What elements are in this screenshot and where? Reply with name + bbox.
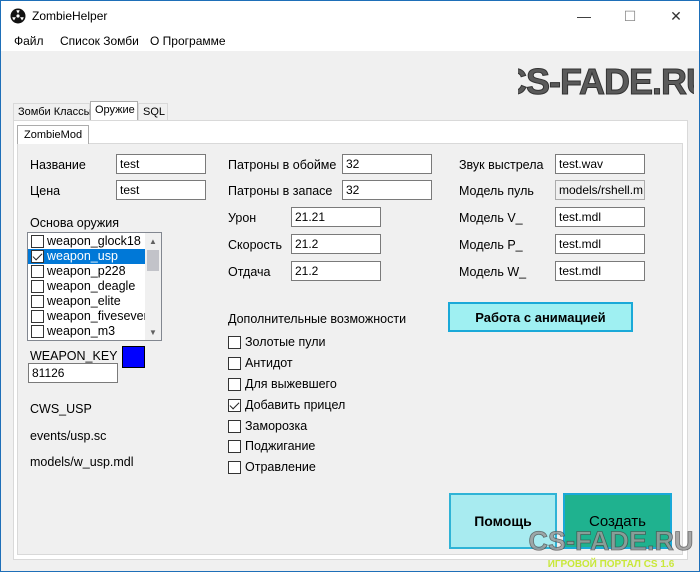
menu-file[interactable]: Файл xyxy=(14,34,44,48)
list-item[interactable]: weapon_glock18 xyxy=(28,234,146,249)
list-item-label: weapon_glock18 xyxy=(47,234,141,248)
list-item[interactable]: weapon_deagle xyxy=(28,279,146,294)
v-model-field[interactable]: test.mdl xyxy=(555,207,645,227)
scroll-up-icon[interactable]: ▲ xyxy=(145,233,161,249)
sound-field[interactable]: test.wav xyxy=(555,154,645,174)
clip-label: Патроны в обойме xyxy=(228,158,337,172)
damage-field[interactable]: 21.21 xyxy=(291,207,381,227)
weapon-base-label: Основа оружия xyxy=(30,216,120,230)
list-item[interactable]: weapon_elite xyxy=(28,294,146,309)
option-label: Добавить прицел xyxy=(245,398,346,412)
animation-button[interactable]: Работа с анимацией xyxy=(448,302,633,332)
list-item-label: weapon_fivesever xyxy=(47,309,148,323)
tab-weapons[interactable]: Оружие xyxy=(90,101,138,122)
clip-field[interactable]: 32 xyxy=(342,154,432,174)
checkbox[interactable] xyxy=(228,461,241,474)
minimize-icon: — xyxy=(577,8,591,24)
checkbox[interactable] xyxy=(228,420,241,433)
menu-about[interactable]: О Программе xyxy=(150,34,226,48)
checkbox[interactable] xyxy=(228,399,241,412)
checkbox[interactable] xyxy=(31,310,44,323)
list-item-label: weapon_usp xyxy=(47,249,118,263)
subtab-zombiemod[interactable]: ZombieMod xyxy=(17,125,90,144)
watermark-title: CS-FADE.RU xyxy=(528,526,693,556)
option-label: Золотые пули xyxy=(245,335,326,349)
shell-model-label: Модель пуль xyxy=(459,184,534,198)
maximize-icon: ☐ xyxy=(623,7,637,24)
option-label: Заморозка xyxy=(245,419,308,433)
price-field[interactable]: test xyxy=(116,180,206,200)
name-label: Название xyxy=(30,158,86,172)
info-model: models/w_usp.mdl xyxy=(30,455,134,469)
name-field[interactable]: test xyxy=(116,154,206,174)
recoil-field[interactable]: 21.2 xyxy=(291,261,381,281)
list-item[interactable]: weapon_usp xyxy=(28,249,146,264)
checkbox[interactable] xyxy=(31,235,44,248)
scroll-down-icon[interactable]: ▼ xyxy=(145,324,161,340)
checkbox[interactable] xyxy=(228,440,241,453)
checkbox[interactable] xyxy=(228,378,241,391)
radiation-icon xyxy=(10,8,26,24)
checkbox[interactable] xyxy=(31,325,44,338)
list-item[interactable]: weapon_p228 xyxy=(28,264,146,279)
option-label: Поджигание xyxy=(245,439,316,453)
close-icon: ✕ xyxy=(670,7,682,24)
info-events: events/usp.sc xyxy=(30,429,107,443)
watermark-subtitle: ИГРОВОЙ ПОРТАЛ CS 1.6 xyxy=(548,557,675,570)
weapon-base-list[interactable]: weapon_glock18 weapon_usp weapon_p228 we… xyxy=(27,232,162,341)
sound-label: Звук выстрела xyxy=(459,158,544,172)
list-scrollbar[interactable]: ▲ ▼ xyxy=(145,233,161,340)
speed-label: Скорость xyxy=(228,238,282,252)
list-item-label: weapon_deagle xyxy=(47,279,136,293)
minimize-button[interactable]: — xyxy=(561,1,607,31)
info-cws: CWS_USP xyxy=(30,402,92,416)
scroll-thumb[interactable] xyxy=(147,250,159,271)
weapon-key-color-swatch[interactable] xyxy=(122,346,145,368)
logo-text: CS-FADE.RU xyxy=(518,61,694,102)
extra-options-label: Дополнительные возможности xyxy=(228,312,407,326)
option-label: Отравление xyxy=(245,460,316,474)
weapon-key-field[interactable]: 81126 xyxy=(28,363,118,383)
list-item-label: weapon_p228 xyxy=(47,264,126,278)
close-button[interactable]: ✕ xyxy=(653,1,699,31)
speed-field[interactable]: 21.2 xyxy=(291,234,381,254)
cs-fade-watermark: CS-FADE.RU ИГРОВОЙ ПОРТАЛ CS 1.6 xyxy=(528,526,694,570)
option-label: Для выжевшего xyxy=(245,377,337,391)
checkbox[interactable] xyxy=(31,250,44,263)
price-label: Цена xyxy=(30,184,61,198)
p-model-field[interactable]: test.mdl xyxy=(555,234,645,254)
list-item-label: weapon_elite xyxy=(47,294,121,308)
window-title: ZombieHelper xyxy=(32,9,108,23)
weapon-key-label: WEAPON_KEY xyxy=(30,349,118,363)
shell-model-field[interactable]: models/rshell.m xyxy=(555,180,645,200)
list-item[interactable]: weapon_fivesever xyxy=(28,309,148,324)
maximize-button[interactable]: ☐ xyxy=(607,1,653,31)
checkbox[interactable] xyxy=(228,336,241,349)
title-bar[interactable]: ZombieHelper — ☐ ✕ xyxy=(1,1,699,31)
checkbox[interactable] xyxy=(31,265,44,278)
list-item-label: weapon_m3 xyxy=(47,324,116,338)
menu-zombie-list[interactable]: Список Зомби xyxy=(60,34,139,48)
cs-fade-logo: CS-FADE.RU xyxy=(518,61,694,103)
p-model-label: Модель P_ xyxy=(459,238,523,252)
checkbox[interactable] xyxy=(228,357,241,370)
damage-label: Урон xyxy=(228,211,257,225)
checkbox[interactable] xyxy=(31,280,44,293)
tab-sql[interactable]: SQL xyxy=(138,103,168,121)
menu-bar: Файл Список Зомби О Программе xyxy=(1,31,699,51)
reserve-field[interactable]: 32 xyxy=(342,180,432,200)
list-item[interactable]: weapon_m3 xyxy=(28,324,146,339)
option-label: Антидот xyxy=(245,356,293,370)
reserve-label: Патроны в запасе xyxy=(228,184,333,198)
checkbox[interactable] xyxy=(31,295,44,308)
app-window: ZombieHelper — ☐ ✕ Файл Список Зомби О П… xyxy=(0,0,700,572)
w-model-field[interactable]: test.mdl xyxy=(555,261,645,281)
w-model-label: Модель W_ xyxy=(459,265,527,279)
recoil-label: Отдача xyxy=(228,265,271,279)
tab-zombie-classes[interactable]: Зомби Классы xyxy=(13,103,92,121)
v-model-label: Модель V_ xyxy=(459,211,523,225)
